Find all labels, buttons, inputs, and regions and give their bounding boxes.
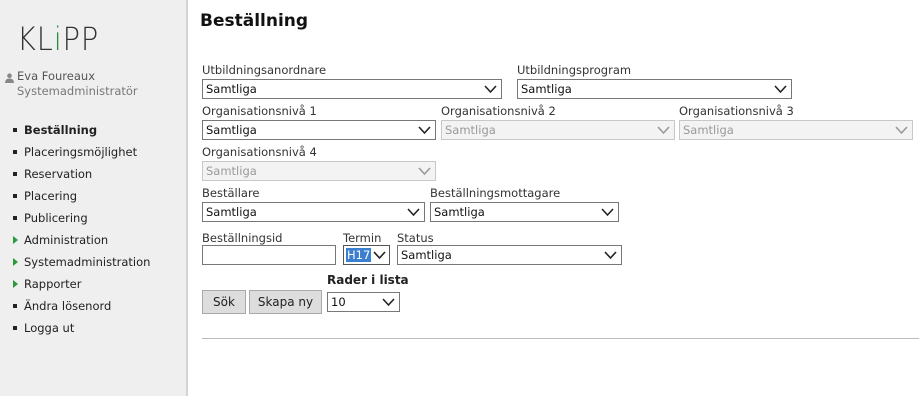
user-info: Eva Foureaux Systemadministratör <box>5 69 138 99</box>
nav-item-logga-ut[interactable]: Logga ut <box>13 317 150 339</box>
utbildningsanordnare-label: Utbildningsanordnare <box>202 63 327 77</box>
bestallare-select[interactable]: Samtliga <box>202 202 425 222</box>
user-name: Eva Foureaux <box>17 69 95 83</box>
expand-arrow-icon <box>13 236 18 244</box>
chevron-down-icon <box>418 167 431 176</box>
nav-item-publicering[interactable]: Publicering <box>13 207 150 229</box>
page-title: Beställning <box>200 11 309 31</box>
rader-i-lista-select[interactable]: 10 <box>327 292 400 312</box>
org4-label: Organisationsnivå 4 <box>202 145 317 159</box>
utbildningsprogram-select[interactable]: Samtliga <box>517 79 792 99</box>
main-content: Beställning Utbildningsanordnare Samtlig… <box>190 0 919 396</box>
bestallare-label: Beställare <box>202 186 260 200</box>
status-select[interactable]: Samtliga <box>397 245 622 265</box>
nav-item-bestallning[interactable]: Beställning <box>13 119 150 141</box>
chevron-down-icon <box>373 251 386 260</box>
org1-select[interactable]: Samtliga <box>202 120 436 140</box>
status-label: Status <box>397 231 434 245</box>
expand-arrow-icon <box>13 280 18 288</box>
org2-select: Samtliga <box>441 120 675 140</box>
bestallningsid-label: Beställningsid <box>202 231 283 245</box>
bullet-icon <box>13 304 17 308</box>
utbildningsanordnare-select[interactable]: Samtliga <box>202 79 502 99</box>
chevron-down-icon <box>604 251 617 260</box>
chevron-down-icon <box>774 85 787 94</box>
main-nav: Beställning Placeringsmöjlighet Reservat… <box>13 119 150 339</box>
nav-item-administration[interactable]: Administration <box>13 229 150 251</box>
nav-item-placering[interactable]: Placering <box>13 185 150 207</box>
user-role: Systemadministratör <box>17 84 138 98</box>
bullet-icon <box>13 128 17 132</box>
bestallningsmottagare-select[interactable]: Samtliga <box>430 202 619 222</box>
bullet-icon <box>13 172 17 176</box>
bestallningsmottagare-label: Beställningsmottagare <box>430 186 561 200</box>
chevron-down-icon <box>382 298 395 307</box>
nav-item-andra-losenord[interactable]: Ändra lösenord <box>13 295 150 317</box>
termin-label: Termin <box>343 231 382 245</box>
utbildningsprogram-label: Utbildningsprogram <box>517 63 632 77</box>
bullet-icon <box>13 216 17 220</box>
create-new-button[interactable]: Skapa ny <box>249 290 322 314</box>
nav-item-rapporter[interactable]: Rapporter <box>13 273 150 295</box>
rader-i-lista-label: Rader i lista <box>327 273 409 287</box>
expand-arrow-icon <box>13 258 18 266</box>
org3-label: Organisationsnivå 3 <box>679 104 794 118</box>
klipp-logo[interactable]: KLiPP <box>17 20 99 58</box>
chevron-down-icon <box>484 85 497 94</box>
bullet-icon <box>13 326 17 330</box>
sidebar: KLiPP Eva Foureaux Systemadministratör B… <box>0 0 188 396</box>
org3-select: Samtliga <box>679 120 913 140</box>
bullet-icon <box>13 150 17 154</box>
chevron-down-icon <box>601 208 614 217</box>
nav-item-systemadministration[interactable]: Systemadministration <box>13 251 150 273</box>
bestallningsid-input[interactable] <box>202 245 336 265</box>
nav-item-placeringsmojlighet[interactable]: Placeringsmöjlighet <box>13 141 150 163</box>
termin-select[interactable]: H17 <box>343 245 390 265</box>
chevron-down-icon <box>657 126 670 135</box>
org1-label: Organisationsnivå 1 <box>202 104 317 118</box>
bullet-icon <box>13 194 17 198</box>
org4-select: Samtliga <box>202 161 436 181</box>
search-button[interactable]: Sök <box>202 290 246 314</box>
chevron-down-icon <box>407 208 420 217</box>
person-icon <box>5 72 14 83</box>
org2-label: Organisationsnivå 2 <box>441 104 556 118</box>
nav-item-reservation[interactable]: Reservation <box>13 163 150 185</box>
divider <box>202 338 919 339</box>
chevron-down-icon <box>895 126 908 135</box>
chevron-down-icon <box>418 126 431 135</box>
